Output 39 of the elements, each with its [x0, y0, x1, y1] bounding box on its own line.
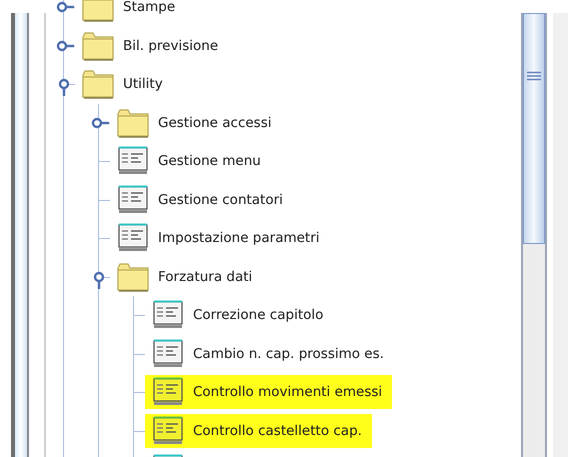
folder-icon	[81, 69, 115, 100]
item-label: Gestione accessi	[158, 114, 272, 131]
form-icon	[151, 338, 185, 369]
item-label: Gestione menu	[158, 153, 261, 170]
highlight-marker[interactable]: Controllo castelletto cap.	[145, 414, 372, 448]
tree-item[interactable]: Cambio n. cap. prossimo es.	[145, 336, 394, 371]
form-icon	[116, 146, 150, 176]
item-label: Gestione contatori	[158, 192, 283, 208]
tree-item[interactable]: Stampe	[75, 0, 186, 24]
folder-icon	[81, 30, 115, 61]
tree-item[interactable]: Gestione contatori	[110, 182, 293, 217]
tree-item[interactable]: Utility	[75, 67, 173, 102]
item-label: Correzione capitolo	[193, 307, 324, 324]
folder-icon	[116, 262, 150, 292]
item-label: Cambio n. cap. prossimo es.	[193, 346, 384, 362]
item-label: Utility	[123, 76, 163, 92]
tree-item[interactable]: Gestione menu	[110, 144, 271, 178]
tree-item[interactable]: Forzatura dati	[110, 260, 262, 294]
item-label: Bil. previsione	[123, 38, 218, 54]
item-label: Controllo movimenti emessi	[193, 384, 382, 400]
form-icon	[151, 300, 185, 330]
form-icon	[116, 223, 150, 254]
tree-item[interactable]: Impostazione parametri	[110, 221, 330, 256]
vertical-scrollbar[interactable]	[521, 13, 547, 457]
item-label: Stampe	[123, 0, 176, 16]
tree-item[interactable]: Correzione capitolo	[145, 298, 334, 332]
folder-icon	[81, 0, 115, 22]
grip-icon	[526, 71, 542, 81]
item-label: Impostazione parametri	[158, 230, 320, 246]
scrollbar-thumb[interactable]	[523, 13, 545, 244]
tree-item[interactable]: Gestione accessi	[110, 106, 282, 140]
highlight-marker[interactable]: Controllo movimenti emessi	[145, 375, 392, 410]
item-label: Controllo castelletto cap.	[193, 422, 362, 439]
form-icon	[151, 416, 185, 446]
form-icon	[116, 184, 150, 215]
form-icon	[151, 377, 185, 408]
item-label: Forzatura dati	[158, 268, 252, 285]
folder-icon	[116, 108, 150, 138]
tree-item[interactable]: Bil. previsione	[75, 28, 228, 63]
